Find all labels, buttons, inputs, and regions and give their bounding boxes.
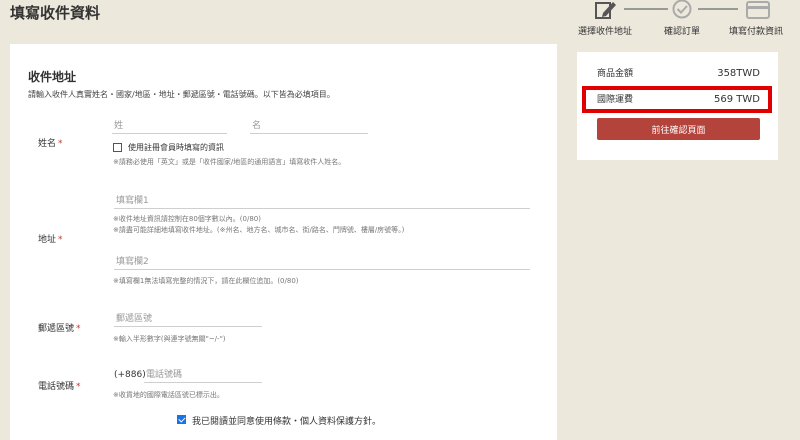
agree-terms-checkbox[interactable]	[177, 415, 186, 424]
step-connector	[698, 8, 738, 10]
first-name-input[interactable]	[250, 118, 368, 134]
shipping-fee-value: 569 TWD	[714, 94, 760, 105]
form-description: 請輸入收件人真實姓名・國家/地區・地址・郵遞區號・電話號碼。以下皆為必填項目。	[28, 90, 335, 99]
form-title: 收件地址	[28, 70, 77, 84]
phone-hint: ※收貨地的國際電話區號已標示出。	[113, 391, 224, 399]
address-line2-input[interactable]	[114, 254, 530, 270]
postal-code-input[interactable]	[114, 311, 262, 327]
step-label-confirm: 確認訂單	[664, 27, 701, 37]
address-hint-line2: ※填寫欄1無法填寫完整的情況下，請在此欄位追加。(0/80)	[113, 277, 299, 285]
last-name-input[interactable]	[112, 118, 227, 134]
address-label: 地址 *	[38, 235, 63, 245]
postal-hint: ※輸入半形數字(與連字號無關"~/-")	[113, 335, 226, 343]
go-to-confirm-button[interactable]: 前往確認頁面	[597, 118, 760, 140]
order-summary-card: 商品金額 358TWD 國際運費 569 TWD 前往確認頁面	[577, 52, 778, 160]
subtotal-value: 358TWD	[717, 68, 760, 79]
shipping-fee-label: 國際運費	[597, 95, 634, 105]
address-line1-input[interactable]	[114, 193, 530, 209]
phone-label: 電話號碼 *	[38, 382, 81, 392]
name-hint: ※請務必使用「英文」或是「收件國家/地區的通用語言」填寫收件人姓名。	[113, 158, 346, 166]
use-member-info-checkbox[interactable]	[113, 143, 122, 152]
check-circle-icon	[671, 0, 695, 20]
agree-terms-label: 我已閱讀並同意使用條款・個人資料保護方針。	[192, 417, 382, 427]
step-label-payment: 填寫付款資訊	[729, 27, 784, 37]
page-title: 填寫收件資料	[10, 4, 101, 22]
use-member-info-label: 使用註冊會員時填寫的資訊	[128, 143, 224, 152]
name-label: 姓名 *	[38, 139, 63, 149]
step-label-address: 選擇收件地址	[578, 27, 633, 37]
subtotal-label: 商品金額	[597, 69, 634, 79]
postal-label: 郵遞區號 *	[38, 324, 81, 334]
phone-country-code: (+886)	[114, 370, 146, 380]
credit-card-icon	[746, 0, 770, 20]
shipping-form-card: 收件地址 請輸入收件人真實姓名・國家/地區・地址・郵遞區號・電話號碼。以下皆為必…	[10, 44, 557, 440]
phone-number-input[interactable]	[144, 367, 262, 383]
step-connector	[624, 8, 668, 10]
address-hint-detail: ※請盡可能詳細地填寫收件地址。(※州名、地方名、城市名、街/路名、門牌號、樓層/…	[113, 226, 405, 234]
pencil-icon	[594, 0, 618, 20]
checkout-steps: 選擇收件地址 確認訂單 填寫付款資訊	[572, 0, 800, 40]
address-hint-length: ※收件地址資訊請控制在80個字數以內。(0/80)	[113, 215, 261, 223]
